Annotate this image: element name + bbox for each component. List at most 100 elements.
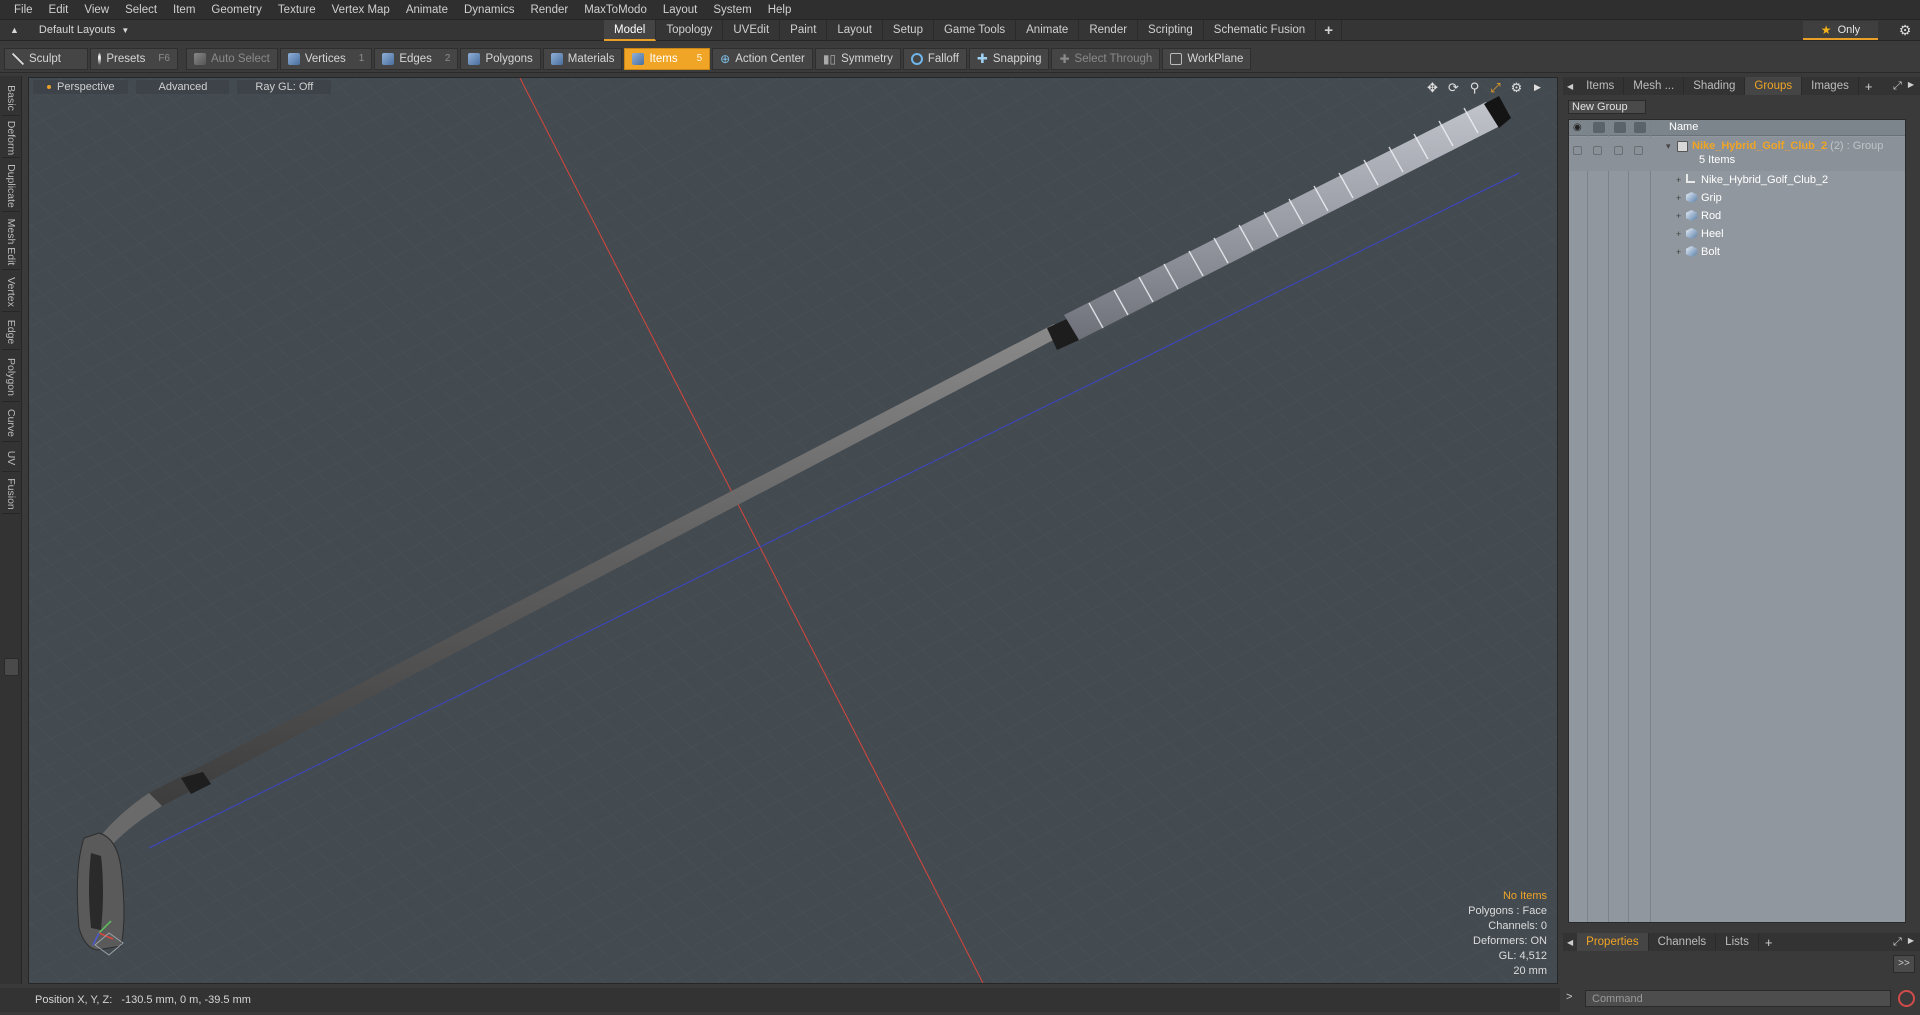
item-expander-icon[interactable]: + — [1676, 207, 1681, 225]
vtab-fusion[interactable]: Fusion — [2, 474, 20, 514]
stop-command-icon[interactable] — [1898, 990, 1915, 1007]
only-button[interactable]: ★ Only — [1803, 21, 1878, 40]
select-through-button[interactable]: ✚ Select Through — [1051, 47, 1161, 70]
menu-vertex-map[interactable]: Vertex Map — [324, 0, 398, 20]
tab-paint[interactable]: Paint — [780, 20, 828, 41]
advanced-dropdown[interactable]: Advanced — [136, 80, 230, 94]
viewport-settings-icon[interactable]: ⚙ — [1509, 80, 1524, 95]
materials-button[interactable]: Materials — [542, 47, 623, 70]
menu-dynamics[interactable]: Dynamics — [456, 0, 522, 20]
sculpt-button[interactable]: Sculpt — [4, 47, 88, 70]
items-button[interactable]: Items 5 — [624, 47, 711, 70]
panel-arrow-icon[interactable]: ◀ — [1563, 82, 1577, 91]
vertices-button[interactable]: Vertices 1 — [279, 47, 373, 70]
tab-layout[interactable]: Layout — [827, 20, 883, 41]
name-column-header[interactable]: Name — [1669, 121, 1698, 133]
vtab-curve[interactable]: Curve — [2, 404, 20, 442]
group-lock-toggle[interactable] — [1593, 146, 1602, 155]
menu-system[interactable]: System — [705, 0, 759, 20]
collapse-arrow-icon[interactable]: ▲ — [10, 25, 19, 35]
menu-edit[interactable]: Edit — [41, 0, 77, 20]
add-panel-tab-button[interactable]: + — [1859, 79, 1879, 94]
auto-select-button[interactable]: Auto Select — [186, 47, 278, 70]
vtab-edge[interactable]: Edge — [2, 314, 20, 350]
presets-button[interactable]: Presets F6 — [90, 47, 178, 70]
viewport-menu-arrow-icon[interactable]: ▶ — [1530, 80, 1545, 95]
tree-item-heel[interactable]: + Heel — [1569, 225, 1905, 243]
tab-lists[interactable]: Lists — [1716, 933, 1759, 951]
lock-column-icon[interactable] — [1593, 122, 1605, 133]
tab-render[interactable]: Render — [1079, 20, 1139, 41]
vtab-basic[interactable]: Basic — [2, 80, 20, 116]
tab-groups[interactable]: Groups — [1745, 77, 1803, 95]
menu-help[interactable]: Help — [760, 0, 800, 20]
workplane-button[interactable]: WorkPlane — [1162, 47, 1252, 70]
tab-scripting[interactable]: Scripting — [1138, 20, 1204, 41]
action-center-button[interactable]: ⊕ Action Center — [712, 47, 813, 70]
vtab-deform[interactable]: Deform — [2, 118, 20, 158]
tool-panel-toggle-button[interactable] — [4, 658, 19, 676]
symmetry-button[interactable]: ▮▯ Symmetry — [814, 47, 901, 70]
tab-uvedit[interactable]: UVEdit — [723, 20, 781, 41]
edges-button[interactable]: Edges 2 — [374, 47, 459, 70]
maximize-panel-icon[interactable]: ⤢ — [1893, 80, 1902, 93]
group-expander-icon[interactable]: ▾ — [1666, 137, 1671, 155]
fit-view-icon[interactable]: ⤢ — [1488, 80, 1503, 95]
menu-maxtomodo[interactable]: MaxToModo — [576, 0, 655, 20]
vtab-mesh-edit[interactable]: Mesh Edit — [2, 214, 20, 270]
item-expander-icon[interactable]: + — [1676, 189, 1681, 207]
tab-mesh[interactable]: Mesh ... — [1624, 77, 1685, 95]
polygons-button[interactable]: Polygons — [460, 47, 541, 70]
rotate-view-icon[interactable]: ⟳ — [1446, 80, 1461, 95]
tab-properties[interactable]: Properties — [1577, 933, 1649, 951]
tab-shading[interactable]: Shading — [1684, 77, 1746, 95]
add-tab-button[interactable]: + — [1316, 20, 1342, 41]
tab-setup[interactable]: Setup — [883, 20, 934, 41]
command-input[interactable] — [1585, 990, 1891, 1007]
tree-item-bolt[interactable]: + Bolt — [1569, 243, 1905, 261]
view-type-dropdown[interactable]: Perspective — [33, 80, 129, 94]
item-expander-icon[interactable]: + — [1676, 243, 1681, 261]
expand-properties-button[interactable]: >> — [1893, 955, 1915, 973]
tab-animate[interactable]: Animate — [1016, 20, 1080, 41]
move-view-icon[interactable]: ✥ — [1425, 80, 1440, 95]
tab-game-tools[interactable]: Game Tools — [934, 20, 1017, 41]
vtab-vertex[interactable]: Vertex — [2, 272, 20, 312]
add-properties-tab-button[interactable]: + — [1759, 935, 1779, 950]
render-column-icon[interactable] — [1614, 122, 1626, 133]
gear-icon[interactable]: ⚙ — [1896, 22, 1914, 39]
item-expander-icon[interactable]: + — [1676, 225, 1681, 243]
tab-topology[interactable]: Topology — [656, 20, 724, 41]
item-expander-icon[interactable]: + — [1676, 171, 1681, 189]
menu-layout[interactable]: Layout — [655, 0, 706, 20]
vtab-uv[interactable]: UV — [2, 444, 20, 472]
tab-channels[interactable]: Channels — [1649, 933, 1717, 951]
menu-select[interactable]: Select — [117, 0, 165, 20]
menu-texture[interactable]: Texture — [270, 0, 324, 20]
new-group-button[interactable]: New Group — [1568, 100, 1646, 114]
vtab-polygon[interactable]: Polygon — [2, 352, 20, 402]
menu-item[interactable]: Item — [165, 0, 203, 20]
visibility-column-eye-icon[interactable]: ◉ — [1573, 122, 1585, 133]
menu-view[interactable]: View — [76, 0, 117, 20]
select-column-icon[interactable] — [1634, 122, 1646, 133]
maximize-properties-icon[interactable]: ⤢ — [1893, 936, 1902, 949]
tab-items[interactable]: Items — [1577, 77, 1625, 95]
group-render-toggle[interactable] — [1614, 146, 1623, 155]
menu-render[interactable]: Render — [522, 0, 576, 20]
tab-schematic-fusion[interactable]: Schematic Fusion — [1204, 20, 1317, 41]
tab-images[interactable]: Images — [1802, 77, 1859, 95]
tree-item-rod[interactable]: + Rod — [1569, 207, 1905, 225]
falloff-button[interactable]: Falloff — [902, 47, 967, 70]
tab-model[interactable]: Model — [604, 20, 657, 41]
vtab-duplicate[interactable]: Duplicate — [2, 160, 20, 212]
group-select-toggle[interactable] — [1634, 146, 1643, 155]
3d-viewport[interactable]: Perspective Advanced Ray GL: Off ✥ ⟳ ⚲ ⤢… — [28, 77, 1558, 984]
raygl-dropdown[interactable]: Ray GL: Off — [237, 80, 332, 94]
tree-item-locator[interactable]: + Nike_Hybrid_Golf_Club_2 — [1569, 171, 1905, 189]
zoom-view-icon[interactable]: ⚲ — [1467, 80, 1482, 95]
layouts-dropdown[interactable]: ▲ Default Layouts ▼ — [0, 24, 600, 36]
menu-geometry[interactable]: Geometry — [203, 0, 270, 20]
group-visibility-toggle[interactable] — [1573, 146, 1582, 155]
menu-file[interactable]: File — [6, 0, 41, 20]
